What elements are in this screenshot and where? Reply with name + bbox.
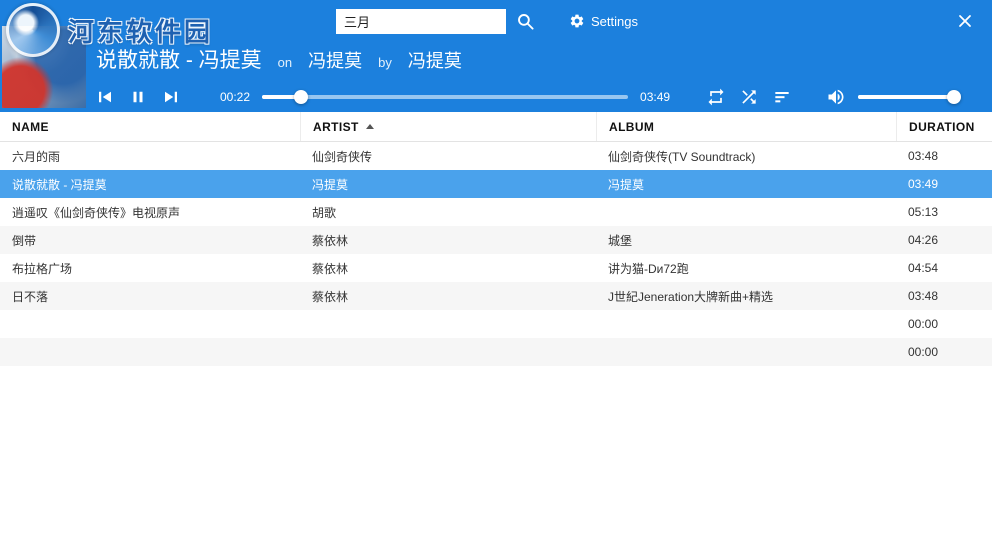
volume-handle[interactable]	[947, 90, 962, 104]
column-header-duration[interactable]: DURATION	[896, 112, 992, 141]
volume-icon[interactable]	[826, 87, 846, 107]
track-duration: 04:54	[908, 261, 939, 275]
elapsed-time: 00:22	[220, 90, 251, 104]
track-duration: 03:48	[908, 289, 939, 303]
column-header-name[interactable]: NAME	[0, 112, 300, 141]
track-artist: 仙剑奇侠传	[312, 149, 373, 164]
table-row[interactable]: 00:00	[0, 310, 992, 338]
table-row[interactable]: 六月的雨 仙剑奇侠传 仙剑奇侠传(TV Soundtrack) 03:48	[0, 142, 992, 170]
table-row[interactable]: 00:00	[0, 338, 992, 366]
track-name: 逍遥叹《仙剑奇侠传》电视原声	[12, 205, 181, 220]
table-row[interactable]: 逍遥叹《仙剑奇侠传》电视原声 胡歌 05:13	[0, 198, 992, 226]
now-playing-artist: 冯提莫	[407, 51, 462, 71]
search-input[interactable]	[336, 8, 506, 34]
table-row[interactable]: 日不落 蔡依林 J世紀Jeneration大牌新曲+精选 03:48	[0, 282, 992, 310]
track-artist: 蔡依林	[312, 261, 349, 276]
close-button[interactable]	[958, 14, 972, 28]
track-duration: 00:00	[908, 317, 939, 331]
track-table: NAME ARTIST ALBUM DURATION 六月的雨 仙剑奇侠传 仙剑…	[0, 112, 992, 558]
now-playing-album: 冯提莫	[308, 51, 363, 71]
shuffle-icon[interactable]	[739, 87, 759, 107]
track-album: 讲为猫-Dи72跑	[608, 261, 689, 276]
by-label: by	[378, 55, 392, 70]
track-album: 冯提莫	[608, 177, 645, 192]
track-name: 倒带	[12, 233, 37, 248]
now-playing-title: 说散就散 - 冯提莫	[96, 49, 262, 72]
repeat-icon[interactable]	[706, 87, 726, 107]
gear-icon	[569, 13, 585, 29]
track-duration: 00:00	[908, 345, 939, 359]
track-duration: 04:26	[908, 233, 939, 247]
progress-handle[interactable]	[294, 90, 309, 104]
next-track-button[interactable]	[162, 88, 180, 106]
table-row[interactable]: 倒带 蔡依林 城堡 04:26	[0, 226, 992, 254]
track-artist: 冯提莫	[312, 177, 349, 192]
table-row[interactable]: 说散就散 - 冯提莫 冯提莫 冯提莫 03:49	[0, 170, 992, 198]
track-album: J世紀Jeneration大牌新曲+精选	[608, 289, 774, 304]
track-artist: 蔡依林	[312, 233, 349, 248]
track-name: 说散就散 - 冯提莫	[12, 177, 107, 192]
total-time: 03:49	[640, 90, 671, 104]
music-player-window: 河东软件园 Settings	[0, 0, 992, 558]
search-icon[interactable]	[516, 12, 535, 31]
track-name: 六月的雨	[12, 149, 61, 164]
track-duration: 05:13	[908, 205, 939, 219]
column-header-album[interactable]: ALBUM	[596, 112, 896, 141]
track-name: 布拉格广场	[12, 261, 73, 276]
sort-ascending-icon	[365, 124, 374, 129]
settings-button[interactable]: Settings	[569, 13, 638, 29]
player-header: Settings 说散就散 - 冯提莫 on 冯提莫 by 冯提莫	[0, 0, 992, 112]
track-name: 日不落	[12, 289, 49, 304]
settings-label: Settings	[591, 13, 638, 29]
playback-mode-icons	[706, 87, 792, 107]
on-label: on	[277, 55, 293, 70]
now-playing-line: 说散就散 - 冯提莫 on 冯提莫 by 冯提莫	[96, 44, 992, 74]
track-duration: 03:49	[908, 177, 939, 191]
filter-sort-icon[interactable]	[772, 87, 792, 107]
track-album: 城堡	[608, 233, 633, 248]
playback-controls: 00:22 03:49	[96, 85, 992, 109]
volume-slider[interactable]	[858, 90, 962, 104]
table-header: NAME ARTIST ALBUM DURATION	[0, 112, 992, 142]
table-row[interactable]: 布拉格广场 蔡依林 讲为猫-Dи72跑 04:54	[0, 254, 992, 282]
track-list: 六月的雨 仙剑奇侠传 仙剑奇侠传(TV Soundtrack) 03:48 说散…	[0, 142, 992, 366]
now-playing-area: 说散就散 - 冯提莫 on 冯提莫 by 冯提莫 00:22 03:49	[96, 36, 992, 109]
track-artist: 蔡依林	[312, 289, 349, 304]
album-art	[2, 26, 86, 108]
previous-track-button[interactable]	[96, 88, 114, 106]
track-artist: 胡歌	[312, 205, 337, 220]
track-album: 仙剑奇侠传(TV Soundtrack)	[608, 149, 756, 164]
progress-slider[interactable]	[262, 90, 629, 104]
column-header-artist[interactable]: ARTIST	[300, 112, 596, 141]
pause-button[interactable]	[129, 88, 147, 106]
volume-fill	[858, 95, 955, 99]
titlebar: Settings	[0, 0, 992, 36]
track-duration: 03:48	[908, 149, 939, 163]
